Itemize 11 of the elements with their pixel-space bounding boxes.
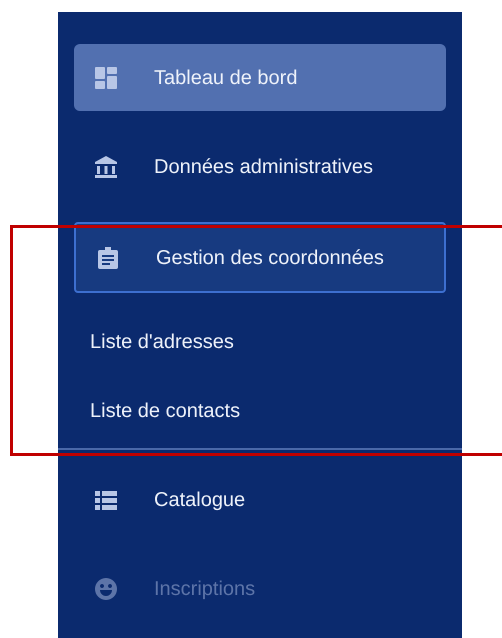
nav-item[interactable]: Données administratives: [74, 133, 446, 200]
clipboard-icon: [96, 246, 120, 270]
nav-item: Inscriptions: [74, 555, 446, 622]
nav-item[interactable]: Tableau de bord: [74, 44, 446, 111]
nav-item[interactable]: Gestion des coordonnées: [74, 222, 446, 293]
submenu-item[interactable]: Liste de contacts: [58, 376, 462, 445]
dashboard-icon: [94, 66, 118, 90]
bank-icon: [94, 154, 118, 178]
submenu-item[interactable]: Liste d'adresses: [58, 307, 462, 376]
face-icon: [94, 576, 118, 600]
nav-item[interactable]: Catalogue: [74, 466, 446, 533]
